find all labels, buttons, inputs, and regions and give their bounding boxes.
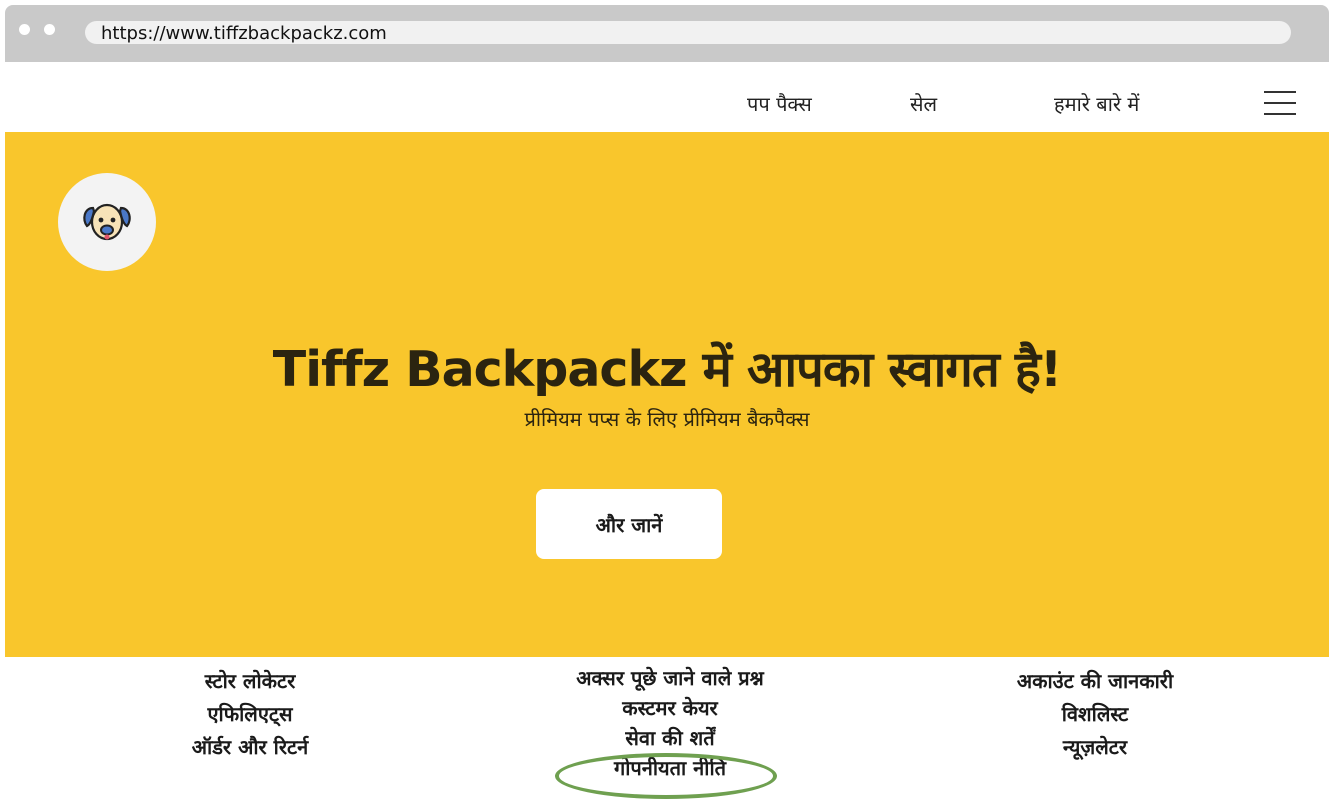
- address-bar[interactable]: https://www.tiffzbackpackz.com: [85, 21, 1291, 44]
- footer-link-account-info[interactable]: अकाउंट की जानकारी: [985, 665, 1205, 698]
- nav-item-about-us[interactable]: हमारे बारे में: [1054, 90, 1139, 117]
- footer-link-privacy-policy[interactable]: गोपनीयता नीति: [535, 753, 805, 783]
- window-control-minimize[interactable]: [44, 24, 55, 35]
- footer-link-store-locator[interactable]: स्टोर लोकेटर: [155, 665, 345, 698]
- footer-link-faq[interactable]: अक्सर पूछे जाने वाले प्रश्न: [535, 663, 805, 693]
- footer-link-affiliates[interactable]: एफिलिएट्स: [155, 698, 345, 731]
- learn-more-button[interactable]: और जानें: [536, 489, 722, 559]
- browser-window: https://www.tiffzbackpackz.com पप पैक्स …: [5, 5, 1329, 800]
- footer-link-terms-of-service[interactable]: सेवा की शर्तें: [535, 723, 805, 753]
- top-nav: पप पैक्स सेल हमारे बारे में: [5, 62, 1329, 132]
- nav-item-pup-packs[interactable]: पप पैक्स: [747, 90, 812, 117]
- dog-face-icon: [83, 203, 131, 241]
- footer-link-customer-care[interactable]: कस्टमर केयर: [535, 693, 805, 723]
- footer-column-3: अकाउंट की जानकारी विशलिस्ट न्यूज़लेटर: [985, 665, 1205, 764]
- hero-subtitle: प्रीमियम पप्स के लिए प्रीमियम बैकपैक्स: [524, 407, 810, 431]
- site-logo[interactable]: [58, 173, 156, 271]
- footer-column-1: स्टोर लोकेटर एफिलिएट्स ऑर्डर और रिटर्न: [155, 665, 345, 764]
- url-text: https://www.tiffzbackpackz.com: [101, 23, 387, 44]
- footer-link-wishlist[interactable]: विशलिस्ट: [985, 698, 1205, 731]
- window-control-close[interactable]: [19, 24, 30, 35]
- footer-column-2: अक्सर पूछे जाने वाले प्रश्न कस्टमर केयर …: [535, 663, 805, 783]
- footer-link-newsletter[interactable]: न्यूज़लेटर: [985, 731, 1205, 764]
- hero-banner: Tiffz Backpackz में आपका स्वागत है! प्री…: [5, 132, 1329, 657]
- hero-title: Tiffz Backpackz में आपका स्वागत है!: [272, 341, 1062, 398]
- nav-item-sale[interactable]: सेल: [910, 90, 937, 117]
- footer-link-orders-returns[interactable]: ऑर्डर और रिटर्न: [155, 731, 345, 764]
- hamburger-icon[interactable]: [1264, 89, 1298, 117]
- browser-chrome: https://www.tiffzbackpackz.com: [5, 5, 1329, 62]
